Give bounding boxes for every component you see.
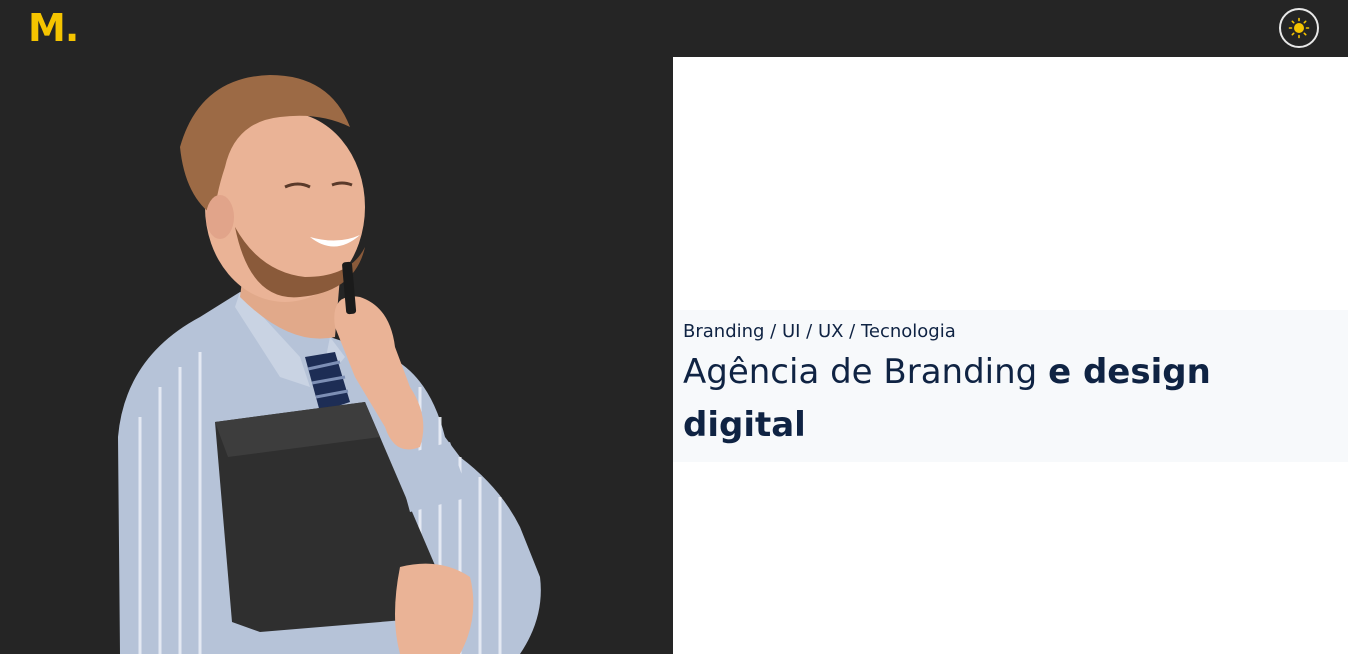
- sun-icon: [1288, 17, 1310, 39]
- hero-content-panel: Branding / UI / UX / Tecnologia Agência …: [673, 57, 1348, 654]
- hero-headline: Agência de Branding e design digital: [683, 346, 1243, 452]
- hero-image: [0, 57, 673, 654]
- page: M. Branding / UI / UX / Tecnologia Agênc…: [0, 0, 1348, 654]
- logo[interactable]: M.: [28, 4, 79, 52]
- theme-toggle-button[interactable]: [1279, 8, 1319, 48]
- man-with-folder-illustration: [118, 75, 541, 654]
- hero-text-band: Branding / UI / UX / Tecnologia Agência …: [673, 310, 1348, 462]
- hero-headline-regular: Agência de Branding: [683, 352, 1049, 392]
- site-header: M.: [0, 0, 1348, 57]
- hero-eyebrow: Branding / UI / UX / Tecnologia: [683, 321, 956, 342]
